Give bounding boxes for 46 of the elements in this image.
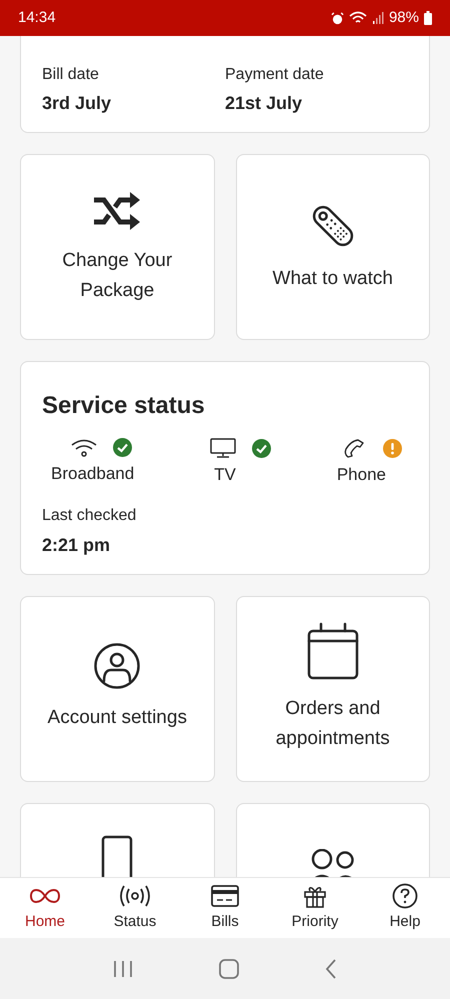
field-value: 21st July bbox=[225, 92, 302, 115]
card-title: Service status bbox=[42, 391, 206, 421]
tile-label: Orders and appointments bbox=[274, 697, 391, 751]
battery-icon bbox=[424, 11, 432, 25]
signal-icon bbox=[372, 12, 384, 24]
broadcast-icon bbox=[119, 884, 151, 907]
nav-tab[interactable]: Bills bbox=[180, 878, 270, 938]
field-label: Bill date bbox=[42, 65, 99, 85]
check-badge-icon bbox=[252, 438, 270, 458]
help-icon bbox=[392, 882, 418, 909]
service-name: TV bbox=[214, 464, 236, 486]
menu-tile[interactable]: Change Your Package bbox=[20, 154, 214, 340]
card-icon bbox=[211, 884, 239, 907]
mobile-phone-icon bbox=[101, 835, 134, 877]
tile-label: What to watch bbox=[272, 267, 393, 291]
battery-level: 98% bbox=[388, 8, 419, 28]
wifi-icon bbox=[348, 11, 367, 25]
tv-icon bbox=[210, 438, 236, 458]
home-button-icon[interactable] bbox=[219, 958, 239, 978]
infinity-icon bbox=[29, 886, 61, 905]
field-label: Payment date bbox=[225, 65, 324, 85]
field-value: 3rd July bbox=[42, 92, 112, 115]
alarm-icon bbox=[330, 12, 344, 24]
service-name: Phone bbox=[336, 464, 386, 486]
nav-tab[interactable]: Priority bbox=[270, 878, 360, 938]
recent-apps-icon[interactable] bbox=[113, 960, 133, 978]
last-checked-label: Last checked bbox=[42, 506, 136, 526]
menu-tile[interactable]: Orders and appointments bbox=[236, 596, 430, 782]
calendar-icon bbox=[306, 622, 359, 680]
wifi-icon bbox=[71, 438, 97, 456]
menu-tile[interactable]: Account settings bbox=[20, 596, 214, 782]
service-name: Broadband bbox=[51, 463, 134, 485]
back-icon[interactable] bbox=[325, 958, 337, 978]
warning-badge-icon bbox=[383, 438, 402, 458]
nav-tab[interactable]: Home bbox=[0, 878, 90, 938]
shuffle-icon bbox=[92, 190, 142, 232]
last-checked-time: 2:21 pm bbox=[42, 534, 110, 557]
phone-icon bbox=[343, 438, 365, 458]
tile-label: Account settings bbox=[48, 706, 187, 730]
status-time: 14:34 bbox=[18, 8, 56, 28]
menu-tile[interactable]: What to watch bbox=[236, 154, 430, 340]
tile-label: Change Your Package bbox=[61, 249, 174, 303]
check-badge-icon bbox=[113, 438, 132, 457]
nav-tab[interactable]: Status bbox=[90, 878, 180, 938]
nav-tab[interactable]: Help bbox=[360, 878, 450, 938]
account-icon bbox=[94, 643, 140, 689]
